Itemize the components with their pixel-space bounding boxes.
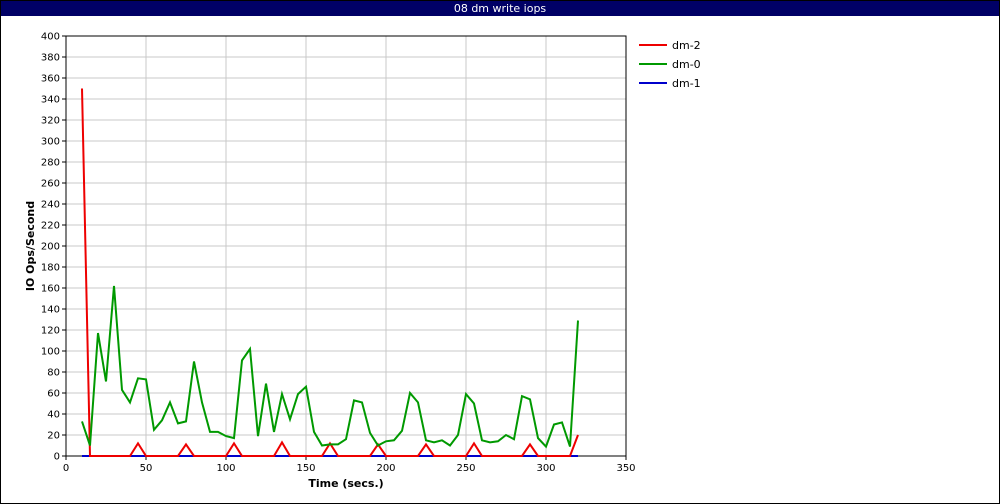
chart-window: 08 dm write iops 0 20 40 60 80 100 120 140 160 18…	[0, 0, 1000, 504]
x-axis-label: Time (secs.)	[308, 477, 383, 490]
y-tick-label: 220	[41, 221, 60, 232]
y-tick-label: 260	[41, 179, 60, 190]
y-tick-label: 240	[41, 200, 60, 211]
y-axis-label: IO Ops/Second	[24, 201, 37, 291]
y-tick-label: 340	[41, 95, 60, 106]
series-line-dm-2	[81, 88, 579, 457]
y-tick-label: 320	[41, 116, 60, 127]
y-tick-label: 280	[41, 158, 60, 169]
x-tick-label: 150	[296, 463, 315, 474]
y-tick-label: 0	[54, 452, 60, 463]
chart-canvas: 0 20 40 60 80 100 120 140 160 180 200 220 240 260 280 3…	[24, 32, 701, 491]
x-tick-label: 350	[616, 463, 635, 474]
x-tick-label: 50	[140, 463, 153, 474]
y-tick-label: 160	[41, 284, 60, 295]
legend-label-dm-1: dm-1	[672, 77, 701, 90]
y-tick-label: 80	[47, 368, 60, 379]
x-tick-label: 300	[536, 463, 555, 474]
legend-label-dm-2: dm-2	[672, 39, 701, 52]
y-tick-label: 60	[47, 389, 60, 400]
series-lines	[81, 88, 579, 457]
y-tick-label: 20	[47, 431, 60, 442]
y-tick-label: 180	[41, 263, 60, 274]
series-line-dm-0	[81, 285, 579, 449]
x-tick-label: 0	[63, 463, 69, 474]
x-tick-label: 200	[376, 463, 395, 474]
y-tick-label: 40	[47, 410, 60, 421]
x-tick-label: 250	[456, 463, 475, 474]
y-tick-label: 140	[41, 305, 60, 316]
y-tick-label: 360	[41, 74, 60, 85]
y-tick-label: 100	[41, 347, 60, 358]
y-tick-label: 120	[41, 326, 60, 337]
y-tick-label: 400	[41, 32, 60, 43]
grid-lines	[65, 35, 627, 457]
x-tick-label: 100	[216, 463, 235, 474]
legend: dm-2 dm-0 dm-1	[639, 39, 701, 90]
y-tick-label: 300	[41, 137, 60, 148]
legend-label-dm-0: dm-0	[672, 58, 701, 71]
y-tick-label: 200	[41, 242, 60, 253]
y-tick-label: 380	[41, 53, 60, 64]
